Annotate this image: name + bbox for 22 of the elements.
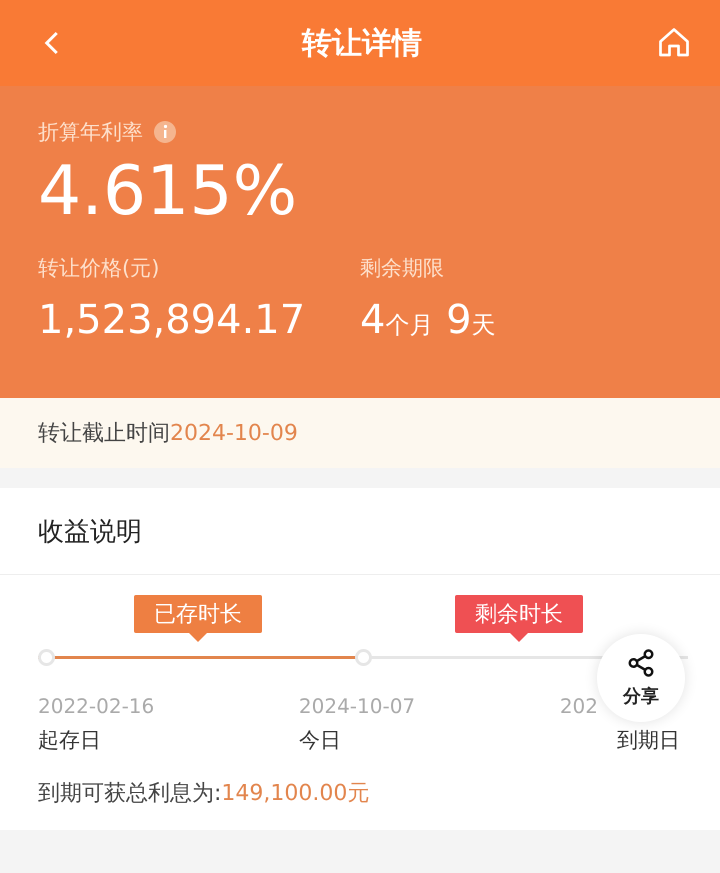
duration-tag: 已存时长 [134,595,262,633]
info-icon[interactable] [153,120,177,144]
deadline-text: 转让截止时间2024-10-09 [38,420,298,448]
annual-rate: 4.615% [38,158,298,226]
timeline-date: 202 [560,694,598,718]
timeline-label: 今日 [298,727,341,754]
price-label: 转让价格(元) [38,255,160,282]
timeline-label: 到期日 [617,727,680,754]
timeline-date: 2022-02-16 [38,694,154,718]
remaining-term: 4个月 9天 [360,300,497,340]
timeline-dot [38,649,55,666]
timeline-label: 起存日 [38,727,101,754]
term-label: 剩余期限 [360,255,445,282]
section-title: 收益说明 [0,488,720,575]
transfer-price: 1,523,894.17 [38,300,306,340]
timeline-dot [355,649,372,666]
timeline-date: 2024-10-07 [298,694,416,718]
rate-label: 折算年利率 [38,119,143,146]
interest-text: 到期可获总利息为:149,100.00元 [37,780,370,808]
share-icon [626,648,656,678]
duration-tag: 剩余时长 [455,595,583,633]
page-title: 转让详情 [302,24,422,62]
